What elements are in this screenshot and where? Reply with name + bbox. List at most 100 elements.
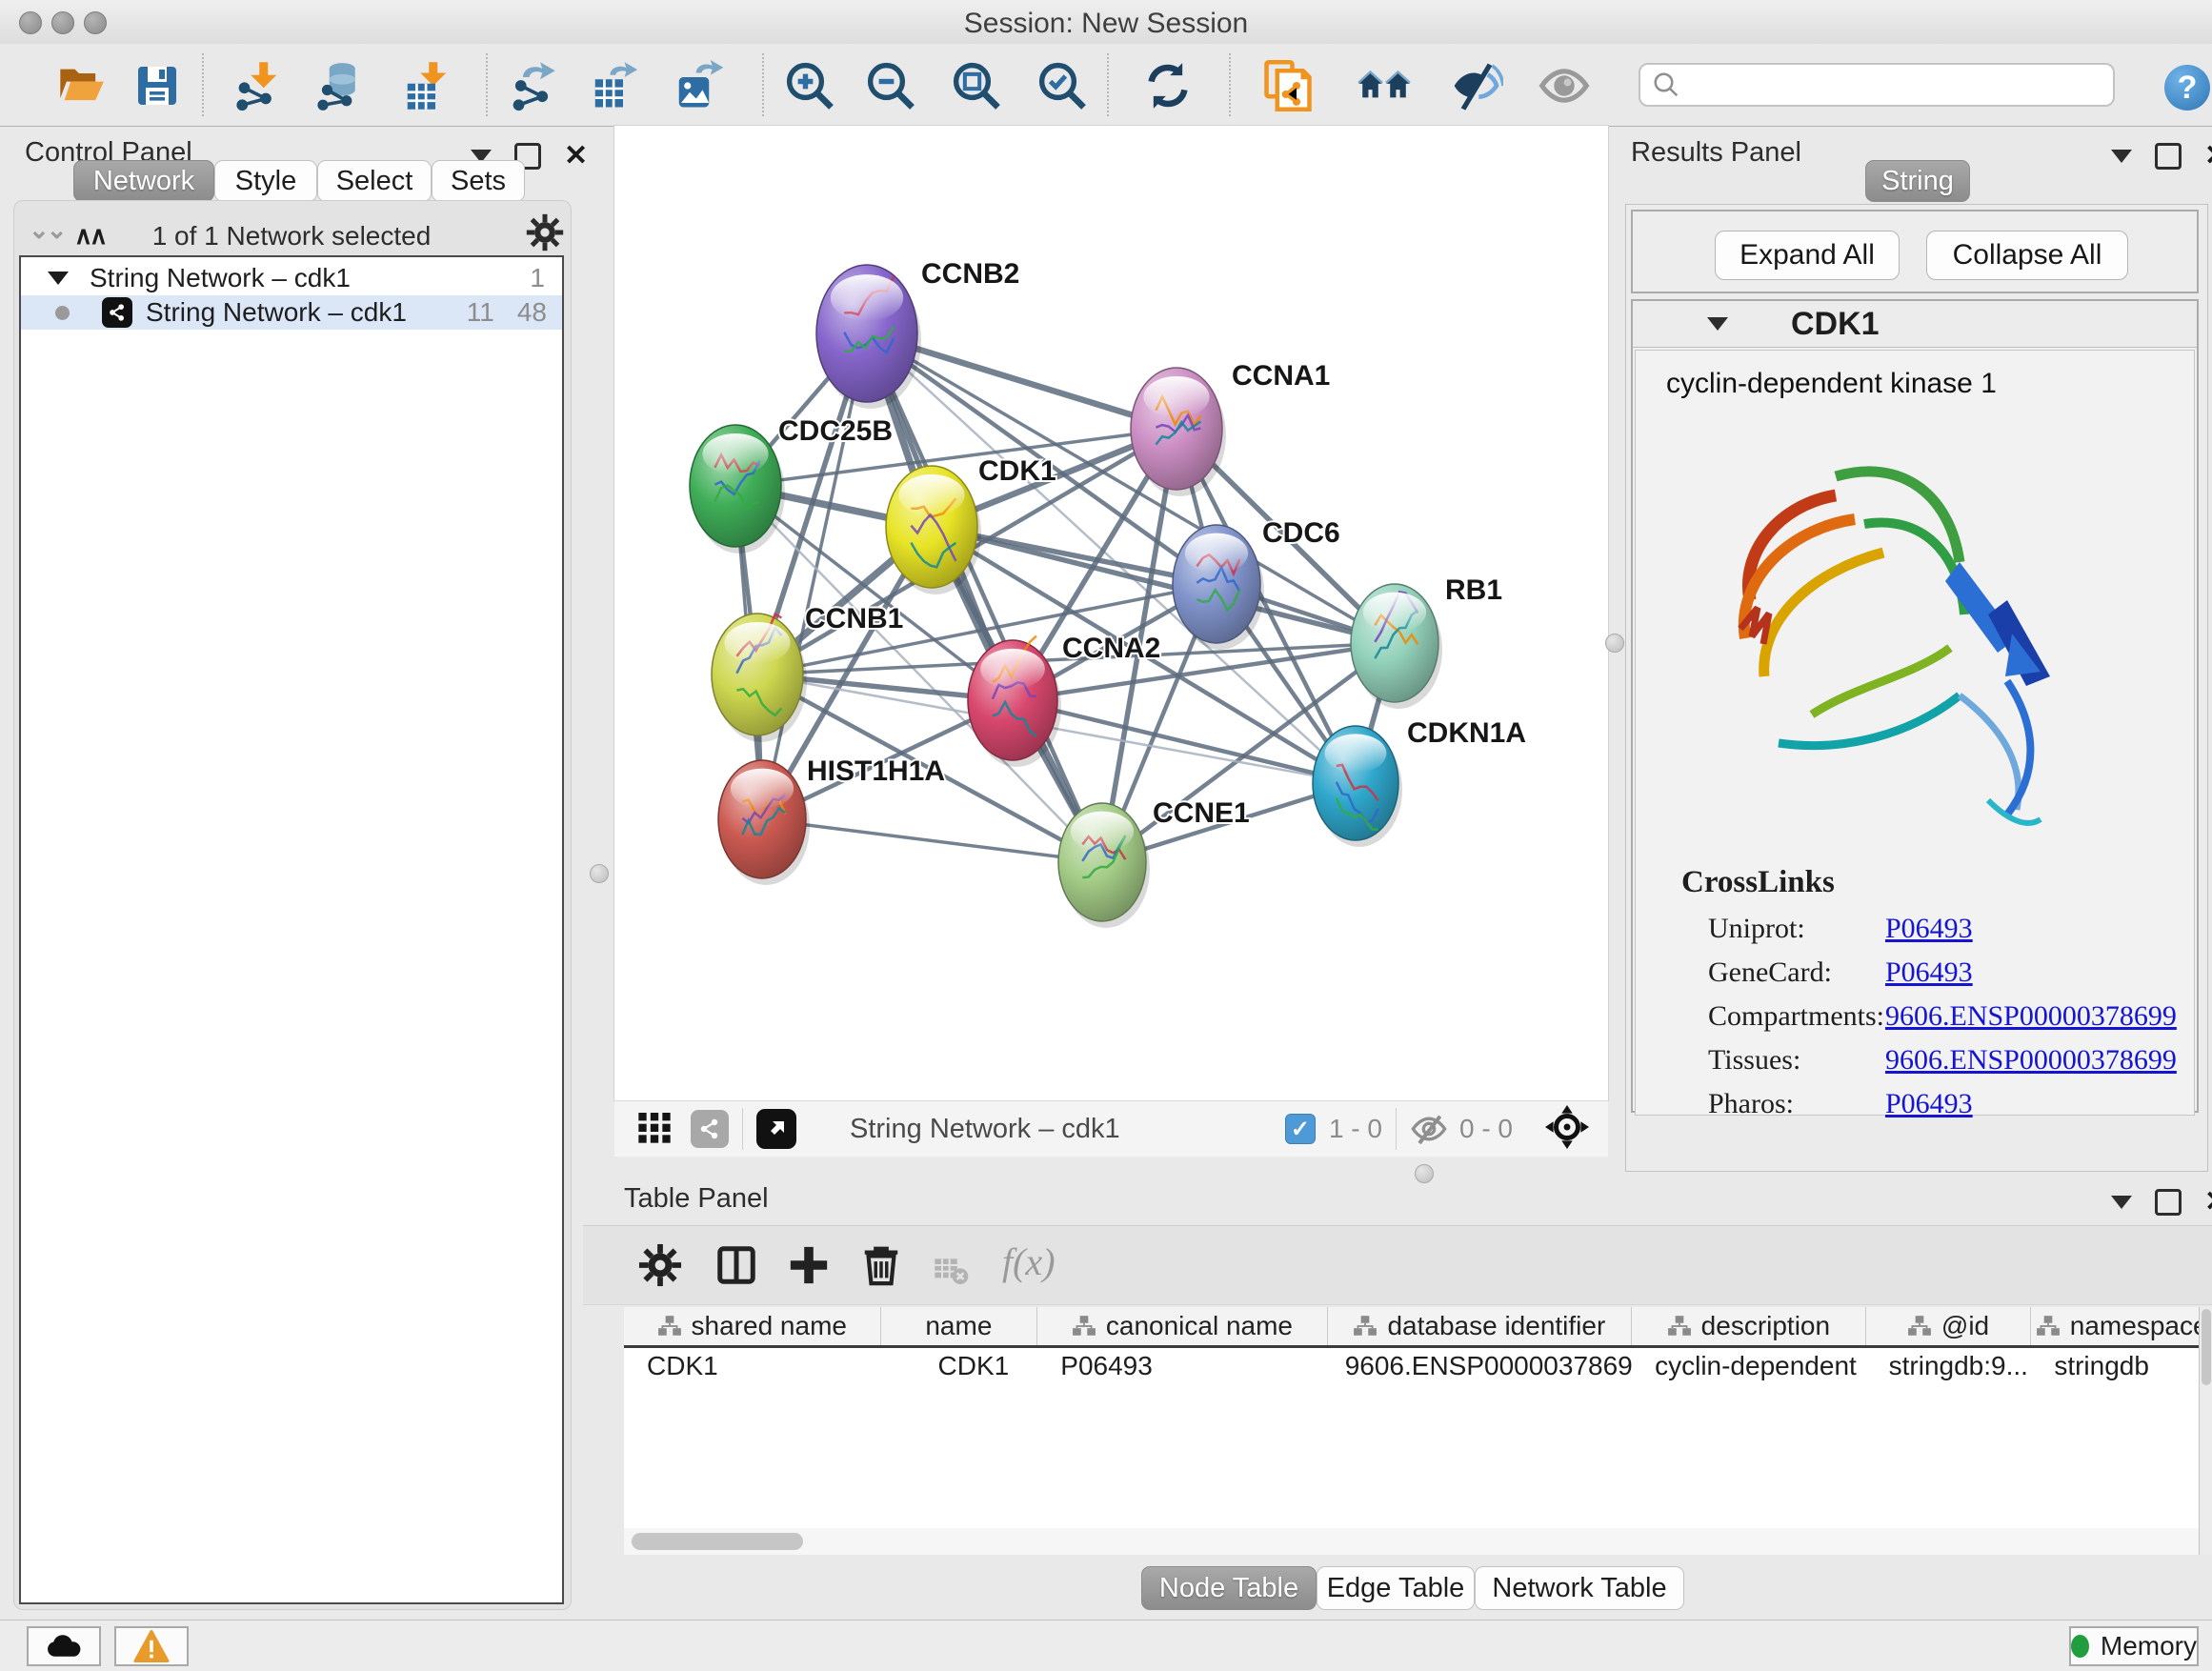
close-panel-icon[interactable]: ✕ (2204, 1192, 2212, 1213)
zoom-in-icon[interactable] (781, 57, 838, 114)
cell-name[interactable]: CDK1 (881, 1351, 1038, 1381)
cell-canonical-name[interactable]: P06493 (1037, 1351, 1327, 1381)
node-section-body: cyclin-dependent kinase 1 CrossLinks Uni… (1635, 350, 2195, 1116)
float-panel-icon[interactable] (2155, 143, 2182, 170)
right-splitter-handle[interactable] (1605, 634, 1624, 653)
network-tree-child-row[interactable]: String Network – cdk1 11 48 (21, 295, 562, 330)
collapse-all-button[interactable]: Collapse All (1926, 231, 2128, 280)
add-column-icon[interactable] (787, 1243, 831, 1292)
pharos-link[interactable]: P06493 (1885, 1088, 1973, 1120)
cell-id[interactable]: stringdb:9... (1866, 1351, 2032, 1381)
node-section-header[interactable]: CDK1 (1633, 301, 2197, 348)
expand-all-button[interactable]: Expand All (1715, 231, 1900, 280)
node-label-CCNA1: CCNA1 (1232, 360, 1330, 392)
network-view-toolbar: String Network – cdk1 ✓ 1 - 0 0 - 0 (614, 1100, 1608, 1157)
tissues-link[interactable]: 9606.ENSP00000378699 (1885, 1044, 2177, 1077)
column-header[interactable]: description (1632, 1307, 1866, 1345)
network-node-CCNE1: CCNE1 (1058, 797, 1250, 928)
node-label-CDC6: CDC6 (1262, 517, 1340, 549)
column-header[interactable]: name (881, 1307, 1038, 1345)
export-table-icon[interactable] (586, 57, 643, 114)
tab-style[interactable]: Style (214, 160, 317, 202)
show-all-eye-icon[interactable] (1536, 57, 1593, 114)
zoom-fit-icon[interactable] (948, 57, 1005, 114)
genecard-link[interactable]: P06493 (1885, 956, 1973, 989)
collapse-panel-icon[interactable] (2111, 1196, 2132, 1209)
selected-node-edge-counts: 1 - 0 (1329, 1114, 1382, 1144)
homes-icon[interactable] (1356, 57, 1413, 114)
memory-button[interactable]: Memory (2069, 1626, 2199, 1666)
column-header[interactable]: canonical name (1037, 1307, 1327, 1345)
open-in-window-icon[interactable] (756, 1109, 796, 1149)
collapse-panel-icon[interactable] (2111, 150, 2132, 163)
cell-shared-name[interactable]: CDK1 (624, 1351, 881, 1381)
help-button[interactable]: ? (2164, 65, 2210, 111)
selected-checkbox-icon[interactable]: ✓ (1285, 1114, 1316, 1144)
crosslink-label: Compartments: (1708, 1000, 1884, 1033)
horizontal-splitter-handle[interactable] (1415, 1164, 1434, 1183)
save-session-icon[interactable] (129, 57, 186, 114)
hidden-eye-icon[interactable] (1410, 1110, 1448, 1148)
zoom-out-icon[interactable] (862, 57, 919, 114)
network-view-canvas[interactable]: CCNB2CCNA1CDC25BCDK1CDC6RB1CCNB1CCNA2CDK… (614, 126, 1608, 1100)
refresh-icon[interactable] (1139, 57, 1196, 114)
tab-network[interactable]: Network (73, 160, 214, 202)
table-vertical-scrollbar[interactable] (2199, 1307, 2212, 1555)
scrollbar-thumb[interactable] (632, 1533, 803, 1550)
section-collapse-icon[interactable] (1707, 317, 1728, 331)
cloud-status-button[interactable] (27, 1626, 101, 1666)
results-panel-title: Results Panel (1631, 137, 1801, 169)
tab-node-table[interactable]: Node Table (1141, 1566, 1317, 1610)
export-network-icon[interactable] (503, 57, 560, 114)
table-row[interactable]: CDK1 CDK1 P06493 9606.ENSP00000378699 cy… (624, 1348, 2212, 1384)
tab-string-results[interactable]: String (1865, 160, 1970, 202)
hide-unhide-icon[interactable] (1448, 57, 1505, 114)
node-table: shared name name canonical name database… (624, 1307, 2212, 1555)
tab-network-table[interactable]: Network Table (1475, 1566, 1684, 1610)
import-network-database-icon[interactable] (312, 57, 369, 114)
birdseye-grid-icon[interactable] (635, 1108, 674, 1151)
crosslink-label: Pharos: (1708, 1088, 1794, 1120)
network-node-CCNB2: CCNB2 (816, 258, 1019, 409)
close-panel-icon[interactable]: ✕ (2204, 146, 2212, 167)
table-horizontal-scrollbar[interactable] (624, 1528, 2199, 1555)
share-network-icon[interactable] (691, 1110, 729, 1148)
import-network-file-icon[interactable] (229, 57, 286, 114)
node-label-CCNB1: CCNB1 (805, 603, 903, 634)
network-node-HIST1H1A: HIST1H1A (718, 755, 945, 885)
show-columns-icon[interactable] (714, 1243, 758, 1292)
open-session-icon[interactable] (52, 57, 110, 114)
warnings-button[interactable] (114, 1626, 189, 1666)
column-header[interactable]: namespace (2031, 1307, 2212, 1345)
tab-edge-table[interactable]: Edge Table (1317, 1566, 1475, 1610)
zoom-selected-icon[interactable] (1034, 57, 1091, 114)
table-settings-gear-icon[interactable] (638, 1243, 682, 1292)
delete-column-icon[interactable] (859, 1243, 903, 1292)
float-panel-icon[interactable] (2155, 1189, 2182, 1216)
left-splitter-handle[interactable] (590, 864, 609, 883)
cell-namespace[interactable]: stringdb (2031, 1351, 2212, 1381)
fit-selected-crosshair-icon[interactable] (1545, 1105, 1589, 1154)
cell-description[interactable]: cyclin-dependent ... (1632, 1351, 1866, 1381)
tab-select[interactable]: Select (317, 160, 432, 202)
main-toolbar: ? (0, 44, 2212, 127)
export-image-icon[interactable] (670, 57, 727, 114)
clone-network-icon[interactable] (1259, 57, 1317, 114)
column-header[interactable]: @id (1866, 1307, 2032, 1345)
network-tree-root-row[interactable]: String Network – cdk1 1 (21, 261, 562, 295)
column-header[interactable]: shared name (624, 1307, 881, 1345)
tab-sets[interactable]: Sets (432, 160, 525, 202)
scrollbar-thumb[interactable] (2202, 1309, 2211, 1385)
cell-database-identifier[interactable]: 9606.ENSP00000378699 (1328, 1351, 1632, 1381)
network-node-CCNA1: CCNA1 (1131, 360, 1330, 496)
close-panel-icon[interactable]: ✕ (564, 146, 588, 167)
tree-expand-icon[interactable] (48, 272, 69, 285)
compartments-link[interactable]: 9606.ENSP00000378699 (1885, 1000, 2177, 1033)
search-input[interactable] (1639, 63, 2115, 107)
node-label-CCNB2: CCNB2 (921, 258, 1019, 290)
import-table-file-icon[interactable] (398, 57, 455, 114)
column-header[interactable]: database identifier (1328, 1307, 1632, 1345)
table-panel-title: Table Panel (624, 1183, 769, 1215)
network-options-gear-icon[interactable] (526, 213, 564, 256)
uniprot-link[interactable]: P06493 (1885, 913, 1973, 945)
